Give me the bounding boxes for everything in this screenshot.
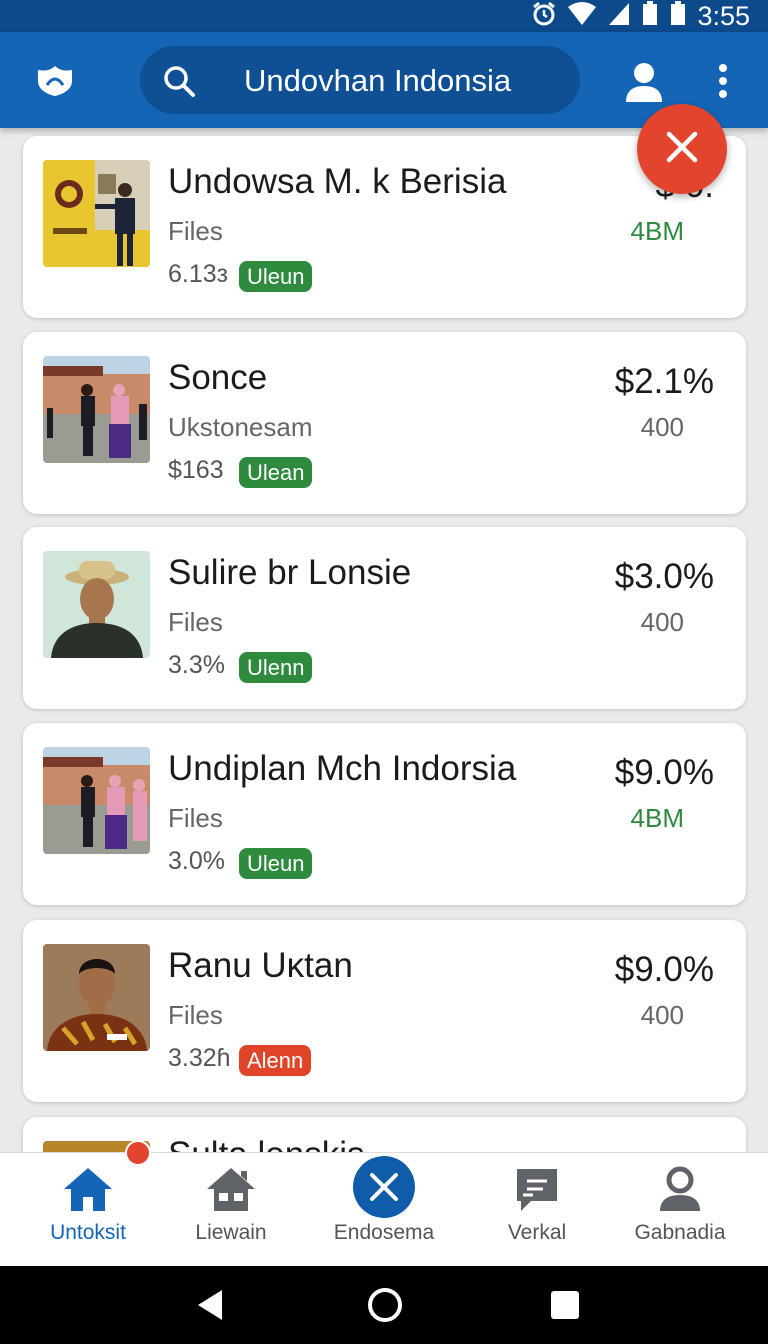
status-icons: 3:55 — [531, 0, 750, 32]
status-badge: Ulean — [239, 457, 313, 488]
close-circle-icon — [352, 1155, 416, 1224]
notification-dot — [125, 1140, 151, 1166]
item-subtitle: Ukstonesam — [168, 412, 313, 442]
item-meta: $163 — [168, 456, 224, 484]
house-icon — [205, 1165, 257, 1218]
item-thumbnail — [43, 356, 150, 463]
signal-icon — [607, 1, 631, 32]
shield-icon — [36, 63, 74, 102]
item-meta: 3.32ɦ — [168, 1044, 231, 1072]
item-price: $9.0% — [614, 950, 714, 989]
list-item[interactable]: Undiplan Mch Indorsia Files 3.0% Uleun $… — [23, 723, 746, 905]
item-meta: 3.0% — [168, 847, 225, 875]
status-badge: Alenn — [239, 1045, 312, 1076]
search-query[interactable]: Undovhan Indonsia — [244, 63, 511, 99]
item-secondary: 4BM — [630, 803, 684, 833]
item-title: Ranu Uĸtan — [168, 946, 353, 985]
alarm-icon — [531, 1, 557, 32]
item-subtitle: Files — [168, 1000, 223, 1030]
battery-icon — [641, 0, 659, 32]
item-price: $3.0% — [614, 557, 714, 596]
battery-level-icon — [669, 0, 687, 32]
search-icon[interactable] — [162, 64, 196, 98]
nav-label: Gabnadia — [634, 1221, 726, 1244]
item-title: Sulire br Lonsie — [168, 553, 412, 592]
more-vert-icon — [708, 64, 738, 108]
search-bar[interactable]: Undovhan Indonsia — [140, 46, 580, 114]
close-icon — [664, 129, 700, 170]
results-list: Undowsa M. k Berisia Files 6.13з Uleun $… — [0, 128, 768, 1152]
item-meta: 6.13з — [168, 260, 229, 288]
close-fab-button[interactable] — [637, 104, 727, 194]
item-title: Sulta lenskis — [168, 1135, 364, 1152]
nav-label: Liewain — [195, 1221, 267, 1244]
back-icon[interactable] — [196, 1288, 224, 1327]
item-subtitle: Files — [168, 803, 223, 833]
list-item[interactable]: Sonce Ukstonesam $163 Ulean $2.1% 400 — [23, 332, 746, 514]
status-badge: Ulenn — [239, 652, 313, 683]
status-badge: Uleun — [239, 848, 313, 879]
item-subtitle: Files — [168, 216, 223, 246]
status-badge: Uleun — [239, 261, 313, 292]
list-item[interactable]: Undowsa M. k Berisia Files 6.13з Uleun $… — [23, 136, 746, 318]
home-circle-icon[interactable] — [366, 1286, 404, 1329]
nav-item-gabnadia[interactable]: Gabnadia — [605, 1153, 755, 1267]
nav-label: Verkal — [507, 1221, 567, 1244]
nav-label: Endosema — [333, 1221, 435, 1244]
list-item[interactable]: Ranu Uĸtan Files 3.32ɦ Alenn $9.0% 400 — [23, 920, 746, 1102]
nav-item-verkal[interactable]: Verkal — [462, 1153, 612, 1267]
status-time: 3:55 — [697, 0, 750, 31]
person-icon — [620, 63, 668, 108]
recents-icon[interactable] — [550, 1290, 580, 1325]
item-subtitle: Files — [168, 607, 223, 637]
item-title: Undiplan Mch Indorsia — [168, 749, 517, 788]
item-secondary: 400 — [640, 412, 684, 442]
account-button[interactable] — [620, 60, 668, 104]
bottom-navigation: Untoksit Liewain Endosema Verkal Gabnadi… — [0, 1152, 768, 1266]
wifi-icon — [567, 1, 597, 32]
item-thumbnail — [43, 747, 150, 854]
item-secondary: 4BM — [630, 216, 684, 246]
system-navigation-bar — [0, 1266, 768, 1344]
person-icon — [656, 1165, 704, 1218]
message-icon — [513, 1165, 561, 1218]
item-price: $2.1% — [614, 362, 714, 401]
item-thumbnail — [43, 944, 150, 1051]
item-secondary: 400 — [640, 1000, 684, 1030]
nav-item-liewain[interactable]: Liewain — [156, 1153, 306, 1267]
list-item[interactable]: Sulire br Lonsie Files 3.3% Ulenn $3.0% … — [23, 527, 746, 709]
nav-item-untoksit[interactable]: Untoksit — [13, 1153, 163, 1267]
nav-label: Untoksit — [50, 1221, 126, 1244]
shield-button[interactable] — [30, 60, 80, 104]
status-bar: 3:55 — [0, 0, 768, 32]
item-price: $9.0% — [614, 753, 714, 792]
item-title: Undowsa M. k Berisia — [168, 162, 507, 201]
nav-item-endosema[interactable]: Endosema — [309, 1153, 459, 1267]
item-title: Sonce — [168, 358, 268, 397]
item-secondary: 400 — [640, 607, 684, 637]
home-icon — [62, 1165, 114, 1218]
item-thumbnail — [43, 551, 150, 658]
item-thumbnail — [43, 160, 150, 267]
item-meta: 3.3% — [168, 651, 225, 679]
more-options-button[interactable] — [708, 60, 738, 104]
